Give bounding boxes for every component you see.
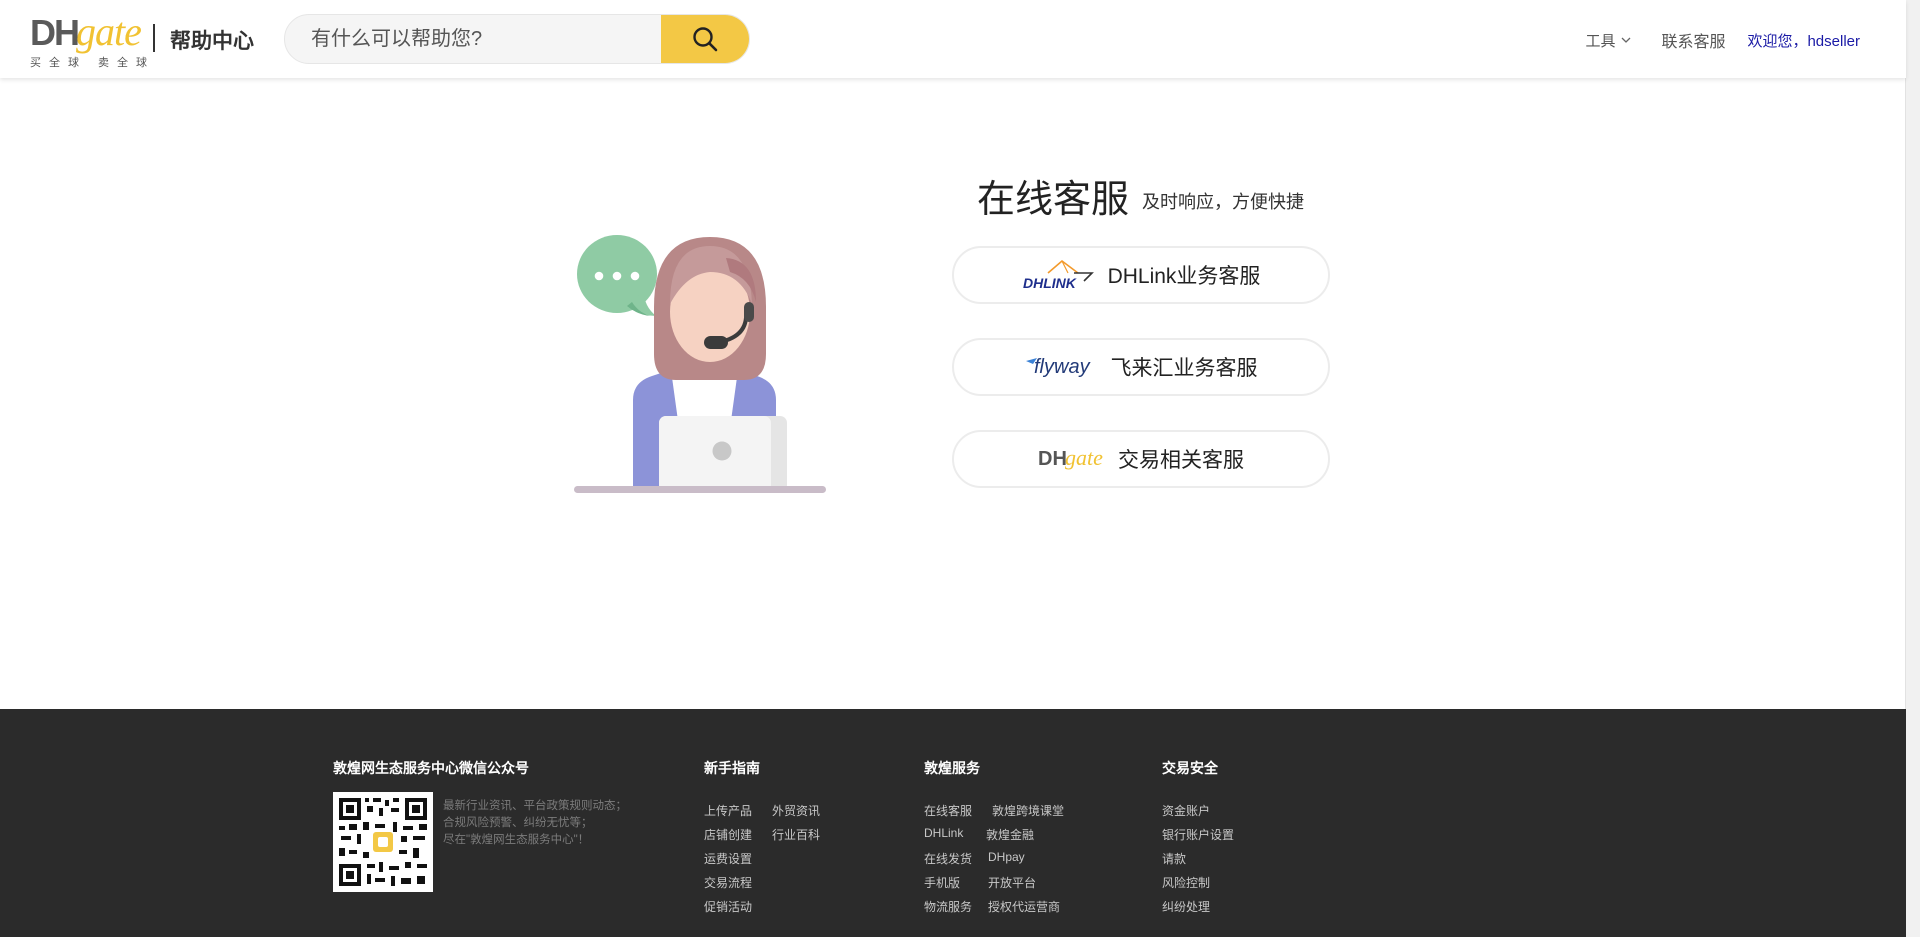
- footer-col-beginner-title: 新手指南: [704, 760, 760, 776]
- footer-link[interactable]: 资金账户: [1162, 802, 1210, 819]
- wechat-description: 最新行业资讯、平台政策规则动态； 合规风险预警、纠纷无忧等； 尽在"敦煌网生态服…: [443, 798, 653, 849]
- footer-link[interactable]: 物流服务: [924, 898, 972, 915]
- footer-link[interactable]: 行业百科: [772, 826, 820, 843]
- logo-gate-text: gate: [76, 9, 142, 54]
- dhlink-logo-text: DHLINK: [1023, 275, 1077, 291]
- help-center-title[interactable]: 帮助中心: [170, 25, 254, 55]
- dhlink-service-button[interactable]: DHLINK DHLink业务客服: [952, 246, 1330, 304]
- footer-link[interactable]: 运费设置: [704, 850, 752, 867]
- footer-link[interactable]: 授权代运营商: [988, 898, 1060, 915]
- header: DH gate 买全球 卖全球 帮助中心 工具 联系客服 欢迎您，hdselle…: [0, 0, 1906, 78]
- footer-link[interactable]: 银行账户设置: [1162, 826, 1234, 843]
- footer-col-services-title: 敦煌服务: [924, 760, 980, 776]
- chat-bubble-icon: [577, 235, 657, 316]
- search-input[interactable]: [285, 15, 663, 63]
- footer-link[interactable]: 敦煌金融: [986, 826, 1034, 843]
- footer-link[interactable]: 交易流程: [704, 874, 752, 891]
- footer-link[interactable]: 开放平台: [988, 874, 1036, 891]
- logo-dh-text: DH: [30, 12, 80, 53]
- customer-service-illustration: [574, 235, 826, 493]
- footer-link[interactable]: 在线客服: [924, 802, 972, 819]
- footer-link[interactable]: 外贸资讯: [772, 802, 820, 819]
- footer-link[interactable]: 请款: [1162, 850, 1186, 867]
- dhgate-small-dh: DH: [1038, 448, 1067, 470]
- page-title: 在线客服: [977, 179, 1130, 221]
- search-bar: [284, 14, 750, 64]
- welcome-user-link[interactable]: 欢迎您，hdseller: [1747, 30, 1860, 51]
- flyway-logo: flyway: [1025, 356, 1091, 378]
- footer-col-security-title: 交易安全: [1162, 760, 1218, 776]
- footer-link[interactable]: 纠纷处理: [1162, 898, 1210, 915]
- flyway-service-button[interactable]: flyway 飞来汇业务客服: [952, 338, 1330, 396]
- wechat-title: 敦煌网生态服务中心微信公众号: [333, 760, 529, 776]
- footer-link[interactable]: 上传产品: [704, 802, 752, 819]
- footer-link[interactable]: DHLink: [924, 826, 963, 840]
- footer-link[interactable]: 店铺创建: [704, 826, 752, 843]
- flyway-service-label: 飞来汇业务客服: [1110, 357, 1258, 380]
- trade-service-label: 交易相关客服: [1118, 449, 1244, 472]
- footer-link[interactable]: 在线发货: [924, 850, 972, 867]
- qr-code: [333, 792, 433, 892]
- tools-label: 工具: [1585, 32, 1616, 50]
- search-button[interactable]: [661, 15, 749, 63]
- footer-link[interactable]: 风险控制: [1162, 874, 1210, 891]
- footer-link[interactable]: 促销活动: [704, 898, 752, 915]
- header-nav: 工具 联系客服 欢迎您，hdseller: [1585, 28, 1860, 52]
- wechat-desc-line: 尽在"敦煌网生态服务中心"！: [443, 834, 590, 846]
- dhgate-small-gate: gate: [1065, 445, 1103, 470]
- tools-menu[interactable]: 工具: [1585, 30, 1631, 51]
- page-subtitle: 及时响应，方便快捷: [1142, 192, 1304, 212]
- header-divider: [153, 24, 155, 52]
- wechat-desc-line: 最新行业资讯、平台政策规则动态；: [443, 800, 627, 812]
- dhgate-logo[interactable]: DH gate 买全球 卖全球: [30, 9, 147, 70]
- footer-link[interactable]: 敦煌跨境课堂: [992, 802, 1064, 819]
- flyway-logo-text: flyway: [1034, 356, 1091, 378]
- footer-link[interactable]: 手机版: [924, 874, 960, 891]
- scrollbar[interactable]: [1905, 0, 1920, 937]
- dhlink-logo: DHLINK: [1023, 259, 1094, 291]
- contact-service-link[interactable]: 联系客服: [1661, 28, 1725, 52]
- dhlink-service-label: DHLink业务客服: [1107, 265, 1261, 288]
- logo-slogan: 买全球 卖全球: [30, 57, 156, 69]
- wechat-desc-line: 合规风险预警、纠纷无忧等；: [443, 817, 593, 829]
- chevron-down-icon: [1621, 37, 1631, 43]
- dhgate-small-logo: DH gate: [1038, 445, 1103, 470]
- trade-service-button[interactable]: DH gate 交易相关客服: [952, 430, 1330, 488]
- search-icon: [693, 27, 718, 52]
- footer-link[interactable]: DHpay: [988, 850, 1025, 864]
